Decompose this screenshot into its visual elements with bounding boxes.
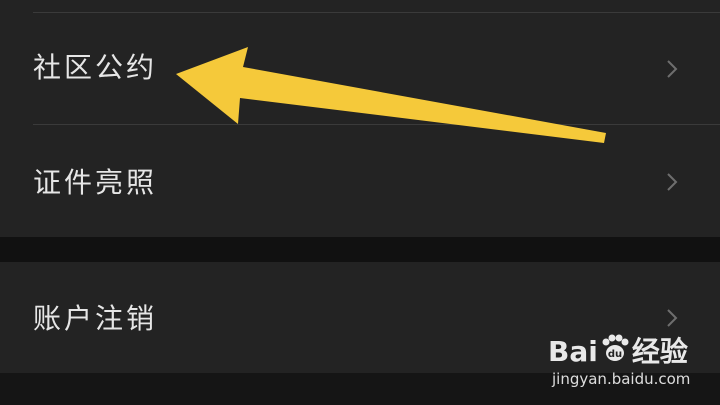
logo-text: 经验 <box>631 335 688 368</box>
svg-text:du: du <box>608 349 622 360</box>
paw-icon: du <box>602 334 629 361</box>
baidu-jingyan-logo: Bai du 经验 <box>548 330 688 370</box>
logo-text: Bai <box>548 335 598 368</box>
watermark-url: jingyan.baidu.com <box>552 370 691 388</box>
